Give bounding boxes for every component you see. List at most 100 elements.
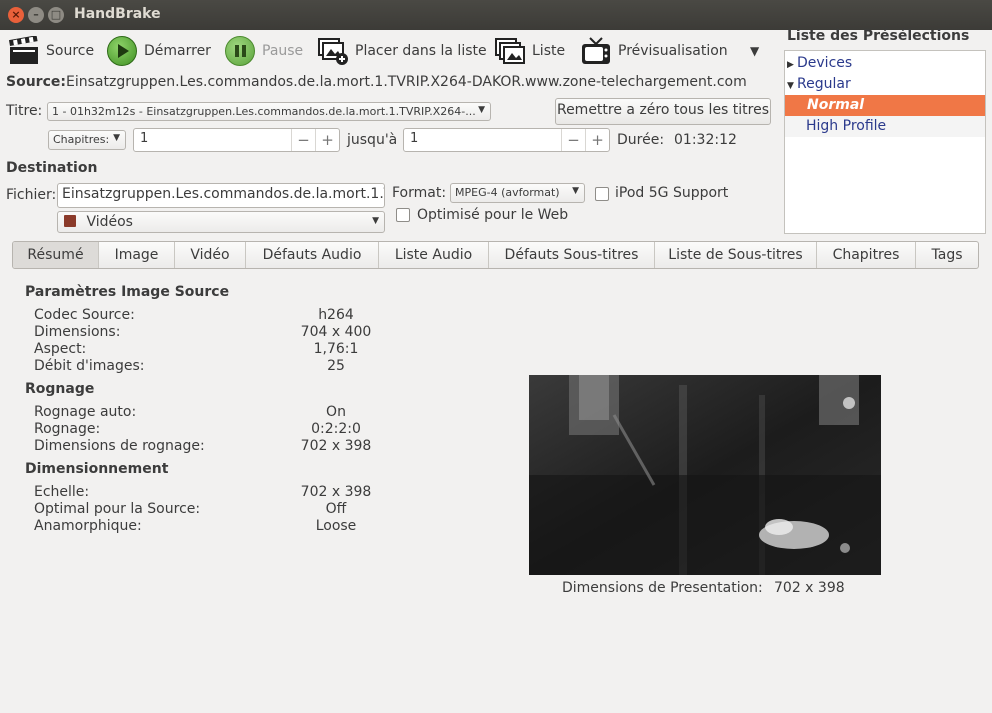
summary-row-value: Off [325,501,347,517]
queue-button[interactable]: Liste [494,36,565,66]
queue-icon [494,36,526,66]
source-label: Source [46,43,95,59]
summary-row-value: 704 x 400 [300,324,372,340]
close-window-button[interactable]: × [8,7,24,23]
presets-title: Liste des Présélections [787,28,970,44]
summary-row-value: On [326,404,346,420]
format-value: MPEG-4 (avformat) [455,186,560,199]
scaling-heading: Dimensionnement [25,461,169,477]
presets-tree: ▶ Devices ▼ Regular Normal High Profile [784,50,986,234]
summary-row-value: Loose [315,518,357,534]
toolbar-overflow-arrow[interactable]: ▼ [750,44,759,58]
chevron-down-icon: ▼ [572,186,579,196]
minus-icon[interactable]: − [561,129,585,151]
chevron-down-icon: ▼ [113,133,120,143]
summary-row-value: h264 [318,307,354,323]
crop-heading: Rognage [25,381,95,397]
preset-group-regular[interactable]: ▼ Regular [785,74,985,95]
expander-collapsed-icon[interactable]: ▶ [787,55,797,76]
minus-icon[interactable]: − [291,129,315,151]
tab-chapters[interactable]: Chapitres [817,242,916,268]
play-icon [106,36,138,66]
title-label: Titre: [6,103,43,119]
presentation-dimensions-label: Dimensions de Presentation: [562,580,763,596]
ipod-support-label: iPod 5G Support [615,185,729,201]
title-select-value: 1 - 01h32m12s - Einsatzgruppen.Les.comma… [52,105,476,118]
title-bar: × – □ HandBrake [0,0,992,30]
tab-subtitle-defaults[interactable]: Défauts Sous-titres [489,242,655,268]
web-optimized-checkbox[interactable] [396,208,410,222]
tab-audio-defaults[interactable]: Défauts Audio [246,242,379,268]
tab-subtitle-list[interactable]: Liste de Sous-titres [655,242,817,268]
pause-label: Pause [262,43,304,59]
preview-button[interactable]: Prévisualisation [580,36,728,66]
duration-label: Durée: [617,132,665,148]
folder-icon [64,215,76,227]
summary-row-label: Dimensions: [34,324,121,340]
to-label: jusqu'à [347,132,398,148]
preset-item-high-profile[interactable]: High Profile [785,116,985,137]
chapter-start-value: 1 [140,131,149,146]
tab-image[interactable]: Image [99,242,175,268]
web-optimized-label: Optimisé pour le Web [417,207,569,223]
add-to-queue-button[interactable]: Placer dans la liste [317,36,487,66]
pause-icon [224,36,256,66]
preview-label: Prévisualisation [618,43,728,59]
chapter-end-value: 1 [410,131,419,146]
source-params-heading: Paramètres Image Source [25,284,230,300]
pause-button[interactable]: Pause [224,36,303,66]
minimize-window-button[interactable]: – [28,7,44,23]
start-button[interactable]: Démarrer [106,36,211,66]
summary-row-label: Rognage auto: [34,404,137,420]
summary-row-label: Optimal pour la Source: [34,501,201,517]
format-select[interactable]: MPEG-4 (avformat) ▼ [450,183,585,203]
preset-group-label: Regular [797,76,851,92]
tab-tags[interactable]: Tags [916,242,978,268]
title-select[interactable]: 1 - 01h32m12s - Einsatzgruppen.Les.comma… [47,102,491,121]
preset-group-label: Devices [797,55,853,71]
range-mode-value: Chapitres: [53,133,110,146]
chapter-end-spinner[interactable]: 1 − + [403,128,610,152]
summary-row-label: Echelle: [34,484,90,500]
presentation-dimensions-value: 702 x 398 [774,580,845,596]
summary-row-label: Aspect: [34,341,87,357]
summary-row-value: 1,76:1 [313,341,359,357]
ipod-support-checkbox[interactable] [595,187,609,201]
reset-titles-button[interactable]: Remettre a zéro tous les titres [555,98,771,125]
file-label: Fichier: [6,187,57,203]
add-to-queue-label: Placer dans la liste [355,43,487,59]
format-label: Format: [392,185,447,201]
chevron-down-icon: ▼ [372,216,379,226]
start-label: Démarrer [144,43,211,59]
destination-folder-select[interactable]: Vidéos ▼ [57,211,385,233]
settings-tabs: Résumé Image Vidéo Défauts Audio Liste A… [12,241,979,269]
duration-value: 01:32:12 [674,132,737,148]
source-button[interactable]: Source [8,35,95,66]
filename-input[interactable]: Einsatzgruppen.Les.commandos.de.la.mort.… [57,183,385,208]
preset-group-devices[interactable]: ▶ Devices [785,53,985,74]
preset-item-normal[interactable]: Normal [785,95,985,116]
summary-row-label: Débit d'images: [34,358,145,374]
plus-icon[interactable]: + [585,129,609,151]
summary-row-value: 702 x 398 [300,484,372,500]
plus-icon[interactable]: + [315,129,339,151]
tab-video[interactable]: Vidéo [175,242,246,268]
clapperboard-icon [8,35,40,66]
expander-expanded-icon[interactable]: ▼ [787,76,797,97]
source-value: Einsatzgruppen.Les.commandos.de.la.mort.… [66,74,747,90]
queue-label: Liste [532,43,566,59]
chevron-down-icon: ▼ [478,105,485,115]
summary-row-value: 702 x 398 [300,438,372,454]
chapter-start-spinner[interactable]: 1 − + [133,128,340,152]
maximize-window-button[interactable]: □ [48,7,64,23]
folder-value: Vidéos [86,214,133,230]
tab-resume[interactable]: Résumé [13,242,99,268]
summary-row-label: Codec Source: [34,307,135,323]
tab-audio-list[interactable]: Liste Audio [379,242,489,268]
preview-thumbnail [529,375,881,575]
summary-row-value: 0:2:2:0 [311,421,361,437]
range-mode-select[interactable]: Chapitres: ▼ [48,130,126,150]
summary-row-label: Dimensions de rognage: [34,438,205,454]
window-title: HandBrake [74,6,161,22]
summary-row-value: 25 [327,358,345,374]
